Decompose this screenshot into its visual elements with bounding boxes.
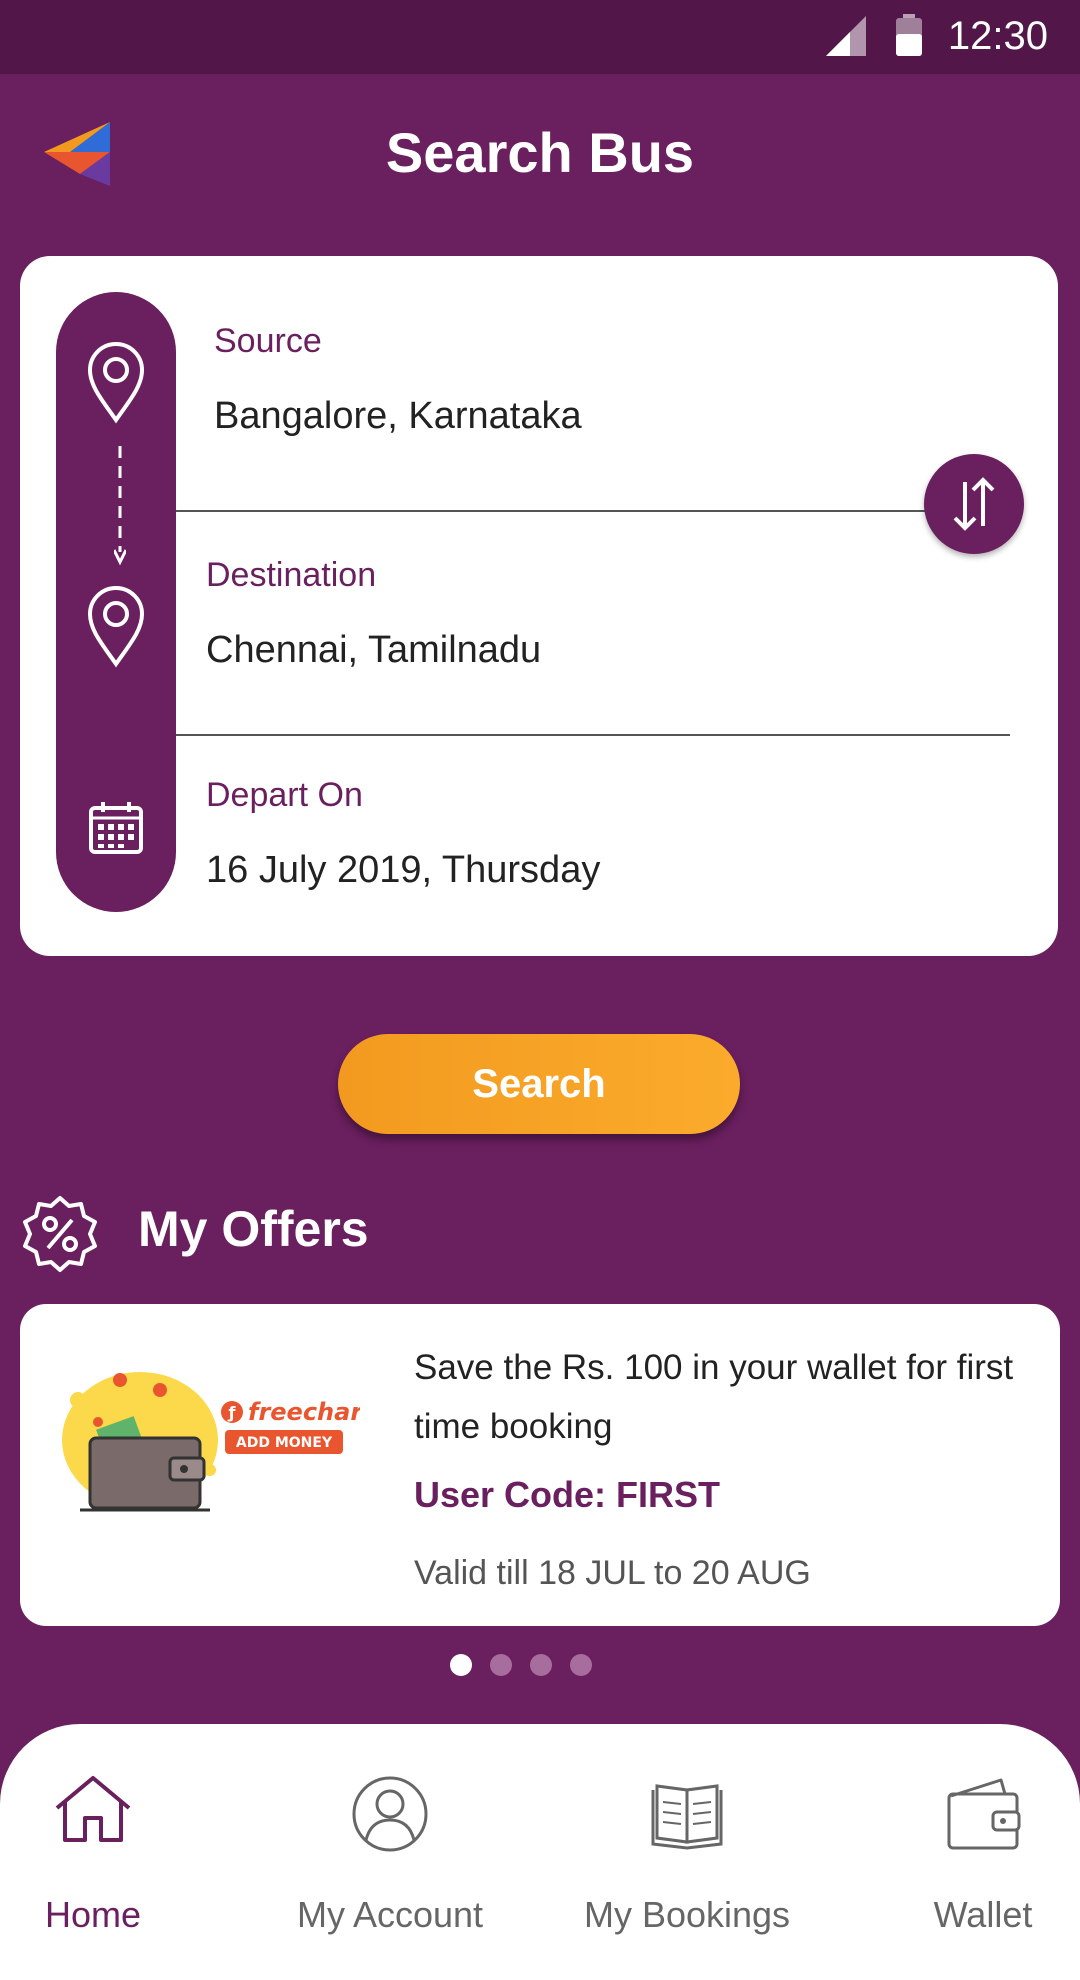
- divider: [176, 510, 956, 512]
- freecharge-offer-illustration: ƒ freecharge ADD MONEY: [62, 1372, 360, 1512]
- page-title: Search Bus: [385, 121, 695, 184]
- discount-badge-icon: [23, 1196, 97, 1272]
- depart-value[interactable]: 16 July 2019, Thursday: [206, 849, 600, 892]
- route-arrow-icon: [114, 446, 126, 566]
- home-icon: [55, 1776, 131, 1842]
- carousel-dot[interactable]: [570, 1654, 592, 1676]
- source-value[interactable]: Bangalore, Karnataka: [214, 395, 582, 438]
- route-rail: [56, 292, 176, 912]
- status-bar: 12:30: [0, 0, 1080, 74]
- nav-my-bookings[interactable]: My Bookings: [552, 1724, 822, 1980]
- battery-icon: [896, 14, 922, 56]
- wallet-icon: [947, 1778, 1021, 1850]
- depart-label: Depart On: [206, 776, 363, 814]
- offer-description: Save the Rs. 100 in your wallet for firs…: [414, 1348, 1014, 1446]
- source-field[interactable]: Source Bangalore, Karnataka: [214, 322, 582, 438]
- source-pin-icon: [87, 342, 145, 424]
- bottom-nav: Home My Account My Bookings Wallet: [0, 1724, 1080, 1980]
- carousel-dot[interactable]: [490, 1654, 512, 1676]
- carousel-dot[interactable]: [530, 1654, 552, 1676]
- depart-date-field[interactable]: Depart On 16 July 2019, Thursday: [206, 776, 600, 892]
- search-form-card: Source Bangalore, Karnataka Destination …: [20, 256, 1058, 956]
- nav-wallet-label: Wallet: [933, 1894, 1033, 1935]
- destination-label: Destination: [206, 556, 377, 594]
- offer-card[interactable]: ƒ freecharge ADD MONEY Save the Rs. 100 …: [20, 1304, 1060, 1626]
- offer-code: User Code: FIRST: [414, 1474, 721, 1515]
- offers-title: My Offers: [138, 1201, 369, 1257]
- add-money-tag: ADD MONEY: [236, 1435, 333, 1451]
- nav-wallet[interactable]: Wallet: [848, 1724, 1080, 1980]
- divider: [176, 734, 1010, 736]
- bookings-icon: [651, 1784, 723, 1850]
- app-header: Search Bus: [0, 74, 1080, 254]
- nav-my-account[interactable]: My Account: [255, 1724, 525, 1980]
- nav-my-bookings-label: My Bookings: [583, 1894, 791, 1935]
- calendar-icon: [89, 802, 143, 854]
- source-label: Source: [214, 322, 322, 360]
- account-icon: [352, 1776, 428, 1852]
- swap-arrows-icon: [953, 477, 995, 531]
- status-time: 12:30: [947, 14, 1048, 58]
- nav-my-account-label: My Account: [296, 1894, 484, 1935]
- nav-home[interactable]: Home: [0, 1724, 228, 1980]
- svg-text:ƒ: ƒ: [228, 1403, 237, 1422]
- signal-icon: [826, 16, 866, 56]
- search-button[interactable]: Search: [338, 1034, 740, 1134]
- destination-value[interactable]: Chennai, Tamilnadu: [206, 629, 541, 672]
- freecharge-brand-text: freecharge: [248, 1398, 360, 1426]
- carousel-dot[interactable]: [450, 1654, 472, 1676]
- swap-button[interactable]: [924, 454, 1024, 554]
- nav-home-label: Home: [44, 1894, 142, 1935]
- destination-pin-icon: [87, 586, 145, 668]
- offer-validity: Valid till 18 JUL to 20 AUG: [414, 1554, 811, 1592]
- carousel-dots: [450, 1654, 592, 1676]
- destination-field[interactable]: Destination Chennai, Tamilnadu: [206, 556, 541, 672]
